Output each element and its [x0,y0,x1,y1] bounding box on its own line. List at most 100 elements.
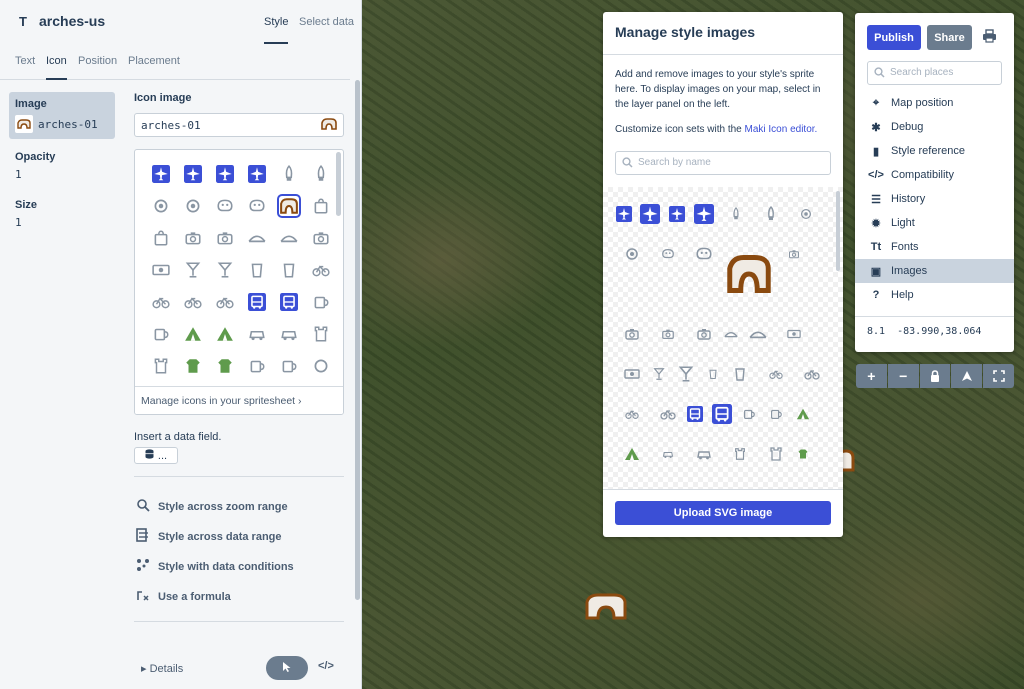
print-icon[interactable] [982,29,997,46]
details-toggle[interactable]: ▸ Details [141,662,183,675]
glass-icon[interactable] [652,367,666,381]
bridge-icon[interactable] [749,325,767,343]
menu-item-map-position[interactable]: ⌖ Map position [855,91,1014,115]
menu-item-images[interactable]: ▣ Images [855,259,1014,283]
sprite-icon-option[interactable] [241,158,273,190]
bike-icon[interactable] [660,406,676,422]
sprite-icon-option[interactable] [177,254,209,286]
sprite-icon-option[interactable] [241,222,273,254]
sprite-icon-option[interactable] [273,190,305,222]
sprite-icon-option[interactable] [305,286,337,318]
sprite-icon-option[interactable] [305,254,337,286]
car-icon[interactable] [662,448,674,460]
tab-icon[interactable]: Icon [46,55,67,80]
sprite-icon-option[interactable] [177,158,209,190]
sprite-icon-option[interactable] [209,158,241,190]
airport-icon[interactable] [640,204,660,224]
bus-icon[interactable] [712,404,732,424]
camera-icon[interactable] [696,326,712,342]
property-size[interactable]: Size 1 [9,193,115,235]
tab-select-data[interactable]: Select data [299,16,354,28]
sprite-icon-option[interactable] [241,254,273,286]
shirt-icon[interactable] [797,448,809,460]
compass-icon[interactable] [951,364,983,388]
sprite-icon-option[interactable] [241,318,273,350]
maki-editor-link[interactable]: Maki Icon editor. [745,124,818,135]
castle-icon[interactable] [768,446,784,462]
menu-item-light[interactable]: ✹ Light [855,211,1014,235]
menu-item-compatibility[interactable]: </> Compatibility [855,163,1014,187]
mug-icon[interactable] [769,407,783,421]
sprite-icon-option[interactable] [145,158,177,190]
style-with-conditions-button[interactable]: Style with data conditions [136,558,294,575]
insert-data-field-button[interactable]: ... [134,447,178,464]
bike-icon[interactable] [804,366,820,382]
palette-icon[interactable] [695,245,713,263]
bus-icon[interactable] [687,406,703,422]
sprite-icon-option[interactable] [177,350,209,382]
bike-icon[interactable] [625,407,639,421]
use-formula-button[interactable]: Use a formula [136,588,231,605]
mug-icon[interactable] [742,407,756,421]
money-icon[interactable] [624,366,640,382]
sprite-icon-option[interactable] [273,286,305,318]
property-image[interactable]: Image arches-01 [9,92,115,139]
sprite-icon-option[interactable] [145,286,177,318]
sprite-icon-option[interactable] [209,222,241,254]
sprite-icon-option[interactable] [177,222,209,254]
style-across-zoom-button[interactable]: Style across zoom range [136,498,288,515]
sprite-icon-option[interactable] [305,158,337,190]
publish-button[interactable]: Publish [867,25,921,50]
sprite-icon-option[interactable] [145,254,177,286]
picker-scrollbar[interactable] [336,152,341,216]
rocket-icon[interactable] [729,207,743,221]
airport-icon[interactable] [616,206,632,222]
image-search-input[interactable]: Search by name [615,151,831,175]
menu-item-history[interactable]: ☰ History [855,187,1014,211]
icon-picker[interactable]: Manage icons in your spritesheet › [134,149,344,415]
sprite-icon-option[interactable] [209,254,241,286]
glass-icon[interactable] [677,365,695,383]
sprite-icon-option[interactable] [273,222,305,254]
menu-item-debug[interactable]: ✱ Debug [855,115,1014,139]
money-icon[interactable] [787,327,801,341]
menu-item-style-reference[interactable]: ▮ Style reference [855,139,1014,163]
style-images-grid[interactable] [603,187,843,489]
sprite-icon-option[interactable] [241,190,273,222]
sprite-icon-option[interactable] [209,286,241,318]
tab-style[interactable]: Style [264,16,289,44]
code-view-button[interactable]: </> [318,660,334,672]
sprite-icon-option[interactable] [273,158,305,190]
tab-text[interactable]: Text [15,55,35,67]
sprite-icon-option[interactable] [273,254,305,286]
zoom-in-button[interactable]: + [856,364,887,388]
sprite-icon-option[interactable] [209,190,241,222]
sprite-icon-option[interactable] [305,318,337,350]
fullscreen-icon[interactable] [983,364,1014,388]
circle-icon[interactable] [799,207,813,221]
sprite-icon-option[interactable] [177,318,209,350]
sprite-icon-option[interactable] [273,350,305,382]
palette-icon[interactable] [661,247,675,261]
arch-icon[interactable] [727,252,771,296]
menu-item-help[interactable]: ? Help [855,283,1014,307]
car-icon[interactable] [696,446,712,462]
airport-icon[interactable] [694,204,714,224]
search-places-input[interactable]: Search places [867,61,1002,85]
airport-icon[interactable] [669,206,685,222]
camera-icon[interactable] [661,327,675,341]
arches-marker-icon[interactable] [584,592,628,623]
images-scrollbar[interactable] [836,191,840,271]
inspect-cursor-button[interactable] [266,656,308,680]
icon-image-input[interactable]: arches-01 [134,113,344,137]
bike-icon[interactable] [769,367,783,381]
sprite-icon-option[interactable] [209,350,241,382]
zoom-out-button[interactable]: − [887,364,919,388]
circle-icon[interactable] [624,246,640,262]
menu-item-fonts[interactable]: Tt Fonts [855,235,1014,259]
manage-icons-link[interactable]: Manage icons in your spritesheet › [135,386,343,414]
share-button[interactable]: Share [927,25,972,50]
sprite-icon-option[interactable] [241,350,273,382]
sprite-icon-option[interactable] [145,318,177,350]
lock-icon[interactable] [919,364,951,388]
